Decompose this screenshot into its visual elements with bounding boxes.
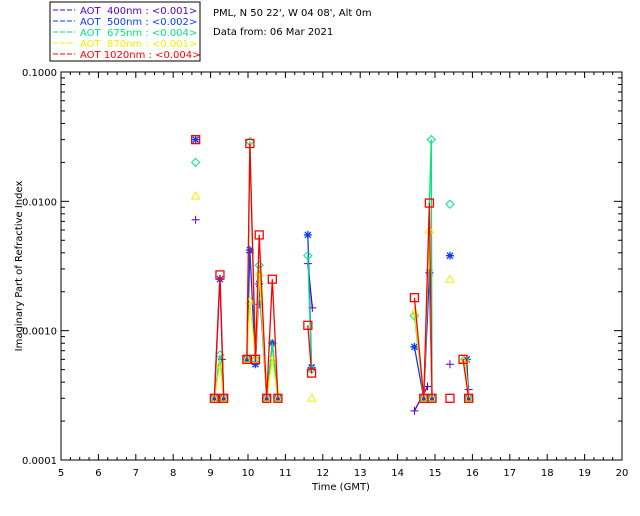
x-tick-label: 7 — [133, 468, 139, 479]
legend-label: AOT 870nm : <0.001> — [80, 39, 197, 50]
x-tick-label: 8 — [170, 468, 176, 479]
data-point-triangle — [190, 190, 201, 200]
x-tick-label: 9 — [207, 468, 213, 479]
date-label: Data from: 06 Mar 2021 — [213, 27, 333, 38]
data-point-asterisk — [191, 135, 200, 144]
triangle-marker — [306, 393, 317, 402]
x-tick-label: 15 — [429, 468, 442, 479]
asterisk-marker — [445, 251, 454, 260]
x-tick-label: 20 — [616, 468, 629, 479]
legend-label: AOT 675nm : <0.004> — [80, 28, 197, 39]
data-point-triangle — [445, 274, 455, 283]
data-point-plus — [191, 215, 200, 224]
x-tick-label: 19 — [578, 468, 591, 479]
x-tick-label: 13 — [354, 468, 367, 479]
asterisk-marker — [303, 230, 312, 239]
asterisk-marker — [191, 135, 200, 144]
data-point-asterisk — [251, 360, 260, 369]
plot-frame — [60, 71, 623, 461]
x-tick-label: 6 — [95, 468, 101, 479]
y-tick-label: 0.1000 — [22, 68, 57, 79]
x-tick-label: 16 — [466, 468, 479, 479]
y-axis-label: Imaginary Part of Refractive Index — [14, 181, 25, 352]
triangle-marker — [445, 274, 455, 283]
x-tick-label: 11 — [279, 468, 292, 479]
data-point-plus — [445, 360, 454, 369]
x-tick-label: 12 — [316, 468, 329, 479]
location-label: PML, N 50 22', W 04 08', Alt 0m — [213, 8, 372, 19]
chart: AOT 400nm : <0.001>AOT 500nm : <0.002>AO… — [14, 1, 629, 493]
x-tick-label: 18 — [541, 468, 554, 479]
x-tick-label: 10 — [242, 468, 255, 479]
chart-container: AOT 400nm : <0.001> AOT 500nm : <0.002> AO… — [0, 0, 640, 512]
square-marker — [445, 393, 455, 403]
diamond-marker — [445, 199, 455, 209]
asterisk-marker — [251, 360, 260, 369]
diamond-marker — [190, 157, 201, 168]
x-tick-label: 14 — [391, 468, 404, 479]
data-point-asterisk — [445, 251, 454, 260]
triangle-marker — [190, 190, 201, 200]
x-axis-label: Time (GMT) — [311, 482, 370, 493]
data-point-triangle — [306, 393, 317, 402]
legend-label: AOT 1020nm : <0.004> — [80, 50, 200, 61]
plus-marker — [410, 406, 419, 415]
data-point-diamond — [445, 199, 455, 209]
data-point-plus — [410, 406, 419, 415]
y-tick-label: 0.0100 — [22, 197, 57, 208]
plus-marker — [445, 360, 454, 369]
legend-label: AOT 400nm : <0.001> — [80, 6, 197, 17]
legend-label: AOT 500nm : <0.002> — [80, 17, 197, 28]
data-point-asterisk — [303, 230, 312, 239]
data-point-square — [445, 393, 455, 403]
x-tick-label: 5 — [58, 468, 64, 479]
y-tick-label: 0.0001 — [22, 456, 57, 467]
legend: AOT 400nm : <0.001>AOT 500nm : <0.002>AO… — [49, 1, 201, 62]
plus-marker — [191, 215, 200, 224]
x-tick-label: 17 — [503, 468, 516, 479]
data-point-diamond — [190, 157, 201, 168]
y-tick-label: 0.0010 — [22, 327, 57, 338]
